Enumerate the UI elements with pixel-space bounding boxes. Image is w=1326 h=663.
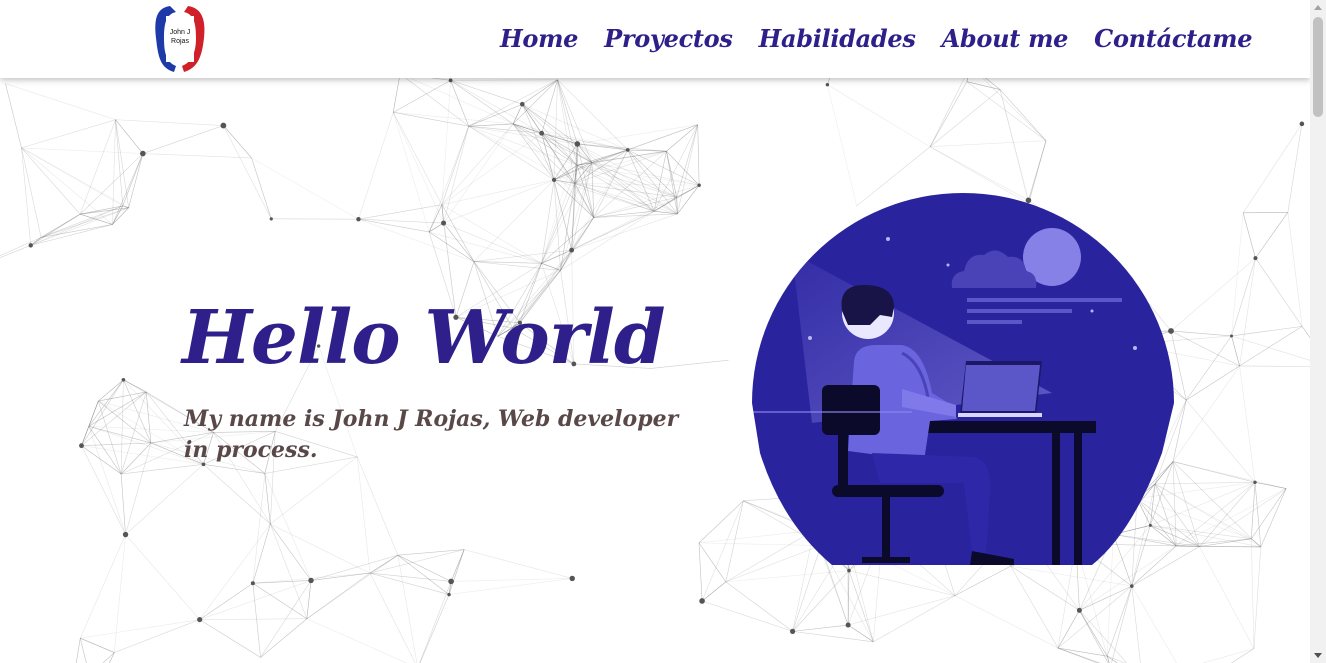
scroll-down-arrow-icon[interactable] — [1314, 653, 1322, 658]
nav-about-me[interactable]: About me — [942, 22, 1069, 56]
hero-subtitle: My name is John J Rojas, Web developer i… — [184, 406, 679, 463]
svg-text:John J: John J — [170, 29, 191, 36]
developer-illustration — [752, 193, 1174, 565]
hero-title: Hello World — [182, 295, 666, 381]
vertical-scrollbar[interactable] — [1310, 0, 1326, 663]
main-nav: Home Proyectos Habilidades About me Cont… — [500, 22, 1253, 56]
nav-home[interactable]: Home — [500, 22, 578, 56]
nav-contactame[interactable]: Contáctame — [1094, 22, 1252, 56]
nav-proyectos[interactable]: Proyectos — [604, 22, 733, 56]
navbar: John J Rojas Home Proyectos Habilidades … — [0, 0, 1310, 78]
logo-icon[interactable]: John J Rojas — [148, 2, 210, 74]
scrollbar-thumb[interactable] — [1313, 17, 1323, 117]
nav-habilidades[interactable]: Habilidades — [759, 22, 916, 56]
svg-text:Rojas: Rojas — [171, 38, 189, 45]
scroll-up-arrow-icon[interactable] — [1314, 5, 1322, 10]
